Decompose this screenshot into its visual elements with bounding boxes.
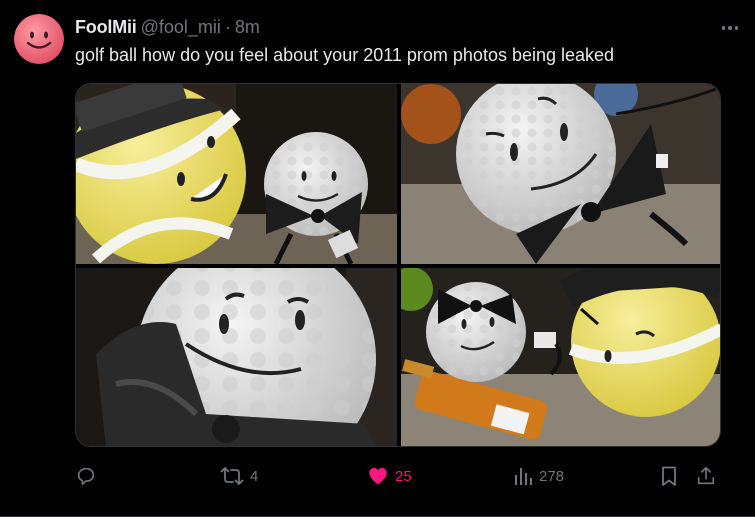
like-button[interactable]: 25	[367, 460, 412, 492]
photo-golf-ball-bottle[interactable]	[389, 267, 721, 447]
retweet-count: 4	[250, 467, 259, 485]
view-count: 278	[539, 467, 565, 485]
tweet-header: FoolMii @fool_mii · 8m	[75, 15, 695, 39]
photo-tennis-ball-and-golf-ball[interactable]	[76, 84, 397, 264]
more-dot-icon	[734, 26, 739, 30]
separator-dot: ·	[224, 16, 231, 37]
reply-button[interactable]	[75, 460, 103, 492]
media-grid	[75, 83, 721, 447]
user-handle[interactable]: @fool_mii	[141, 17, 221, 38]
like-count: 25	[395, 467, 412, 485]
reply-icon	[77, 467, 95, 486]
share-icon	[697, 466, 715, 485]
photo-golf-ball-closeup[interactable]	[76, 239, 397, 447]
bookmark-button[interactable]	[659, 460, 679, 492]
display-name[interactable]: FoolMii	[75, 17, 137, 38]
retweet-button[interactable]: 4	[220, 460, 258, 492]
tweet-text: golf ball how do you feel about your 201…	[75, 45, 615, 65]
bookmark-icon	[662, 466, 676, 486]
share-button[interactable]	[695, 460, 717, 492]
views-button[interactable]: 278	[513, 460, 564, 492]
avatar[interactable]	[14, 14, 64, 64]
tweet: FoolMii @fool_mii · 8m golf ball how do …	[0, 0, 755, 517]
more-options-button[interactable]	[715, 18, 745, 38]
retweet-icon	[220, 467, 244, 485]
bar-chart-icon	[515, 468, 532, 485]
action-bar: 4 25 278	[75, 460, 725, 492]
heart-filled-icon	[369, 467, 387, 485]
photo-golf-ball-bowtie[interactable]	[401, 84, 721, 264]
smiley-face-icon	[14, 14, 64, 64]
timestamp[interactable]: 8m	[235, 17, 260, 38]
more-dot-icon	[721, 26, 726, 30]
more-dot-icon	[728, 26, 732, 30]
